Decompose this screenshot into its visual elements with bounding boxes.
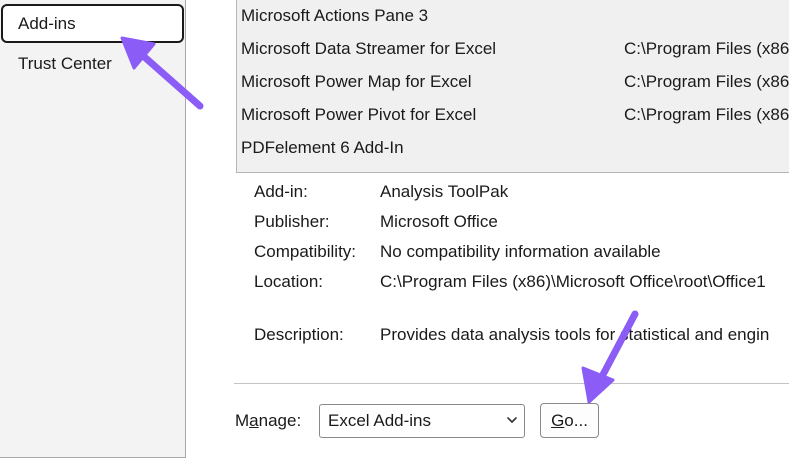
detail-description: Description: Provides data analysis tool… — [254, 320, 789, 350]
addin-name: Microsoft Data Streamer for Excel — [241, 39, 497, 58]
detail-value: No compatibility information available — [380, 242, 661, 261]
detail-compatibility: Compatibility: No compatibility informat… — [254, 237, 789, 267]
manage-select[interactable]: Excel Add-ins — [319, 404, 525, 438]
detail-label: Add-in: — [254, 182, 308, 201]
list-item[interactable]: Microsoft Actions Pane 3 — [241, 1, 789, 31]
sidebar-item-trust-center[interactable]: Trust Center — [1, 45, 184, 84]
go-button[interactable]: Go... — [540, 403, 599, 438]
sidebar-item-label: Add-ins — [18, 14, 76, 33]
list-item[interactable]: Microsoft Power Map for Excel C:\Program… — [241, 67, 789, 97]
addin-location: C:\Program Files (x86 — [624, 39, 789, 58]
list-item[interactable]: Microsoft Data Streamer for Excel C:\Pro… — [241, 34, 789, 64]
detail-label: Description: — [254, 325, 344, 344]
detail-publisher: Publisher: Microsoft Office — [254, 207, 789, 237]
detail-label: Compatibility: — [254, 242, 357, 261]
list-item[interactable]: PDFelement 6 Add-In — [241, 133, 789, 163]
section-divider — [234, 383, 789, 384]
options-sidebar: Add-ins Trust Center — [0, 0, 186, 458]
detail-value: Provides data analysis tools for statist… — [380, 325, 770, 344]
detail-value: C:\Program Files (x86)\Microsoft Office\… — [380, 272, 766, 291]
manage-label: Manage: — [235, 411, 302, 430]
addin-name: Microsoft Power Map for Excel — [241, 72, 472, 91]
detail-label: Publisher: — [254, 212, 330, 231]
sidebar-item-label: Trust Center — [18, 54, 112, 73]
addin-location: C:\Program Files (x86 — [624, 105, 789, 124]
addin-name: Microsoft Actions Pane 3 — [241, 6, 429, 25]
detail-value: Analysis ToolPak — [380, 182, 509, 201]
detail-value: Microsoft Office — [380, 212, 498, 231]
manage-select-value: Excel Add-ins — [328, 411, 431, 430]
addin-name: PDFelement 6 Add-In — [241, 138, 404, 157]
addin-name: Microsoft Power Pivot for Excel — [241, 105, 477, 124]
add-ins-list[interactable]: Microsoft Actions Pane 3 Microsoft Data … — [236, 0, 789, 173]
detail-label: Location: — [254, 272, 323, 291]
list-item[interactable]: Microsoft Power Pivot for Excel C:\Progr… — [241, 100, 789, 130]
addin-location: C:\Program Files (x86 — [624, 72, 789, 91]
detail-addin: Add-in: Analysis ToolPak — [254, 177, 789, 207]
sidebar-item-add-ins[interactable]: Add-ins — [1, 4, 184, 43]
detail-location: Location: C:\Program Files (x86)\Microso… — [254, 267, 789, 297]
chevron-down-icon — [507, 417, 517, 423]
